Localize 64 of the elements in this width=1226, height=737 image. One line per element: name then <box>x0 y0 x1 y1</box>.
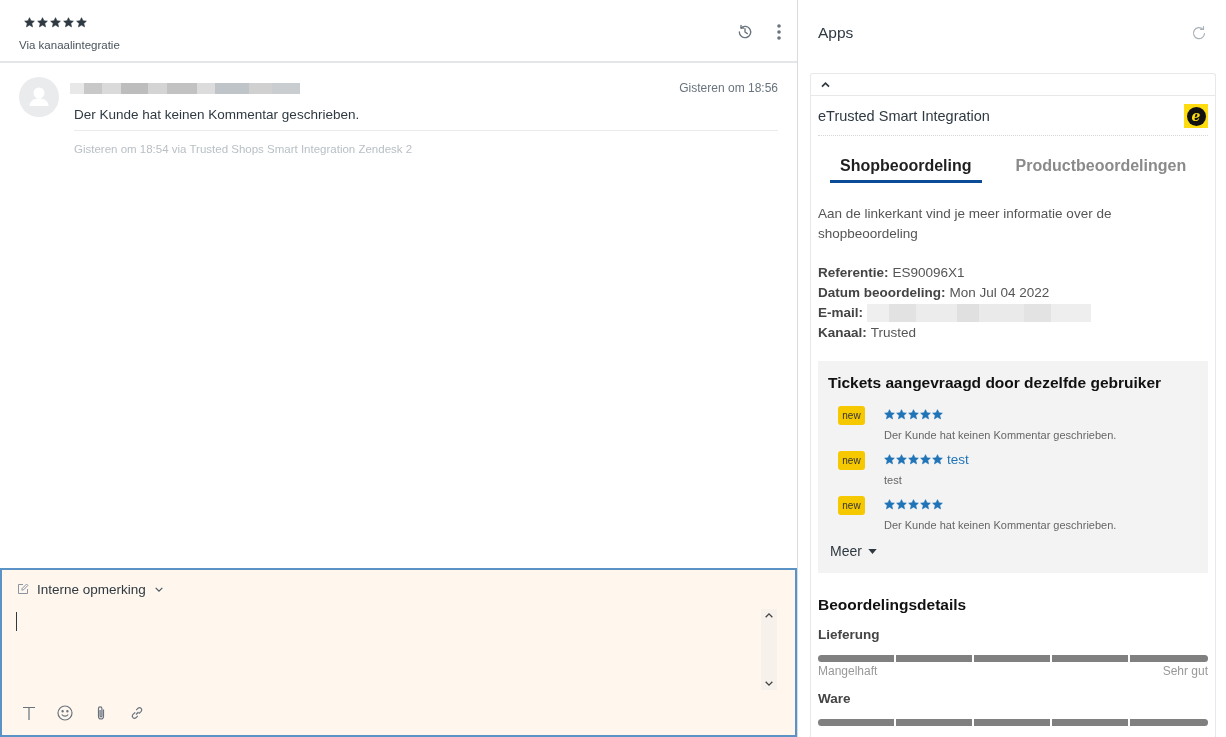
star-icon[interactable] <box>920 498 931 510</box>
status-badge: new <box>838 496 865 515</box>
detail-value: Mon Jul 04 2022 <box>949 284 1050 302</box>
detail-label: Referentie: <box>818 264 889 282</box>
history-icon[interactable] <box>737 24 753 40</box>
detail-label: E-mail: <box>818 304 863 322</box>
app-logo: e <box>1184 104 1208 128</box>
detail-value: ES90096X1 <box>892 264 965 282</box>
ticket-link[interactable]: test <box>947 451 969 467</box>
criterion-label: Ware <box>818 690 852 708</box>
star-icon <box>50 16 61 28</box>
chevron-up-icon[interactable] <box>820 81 831 88</box>
star-icon <box>76 16 87 28</box>
apps-title: Apps <box>818 23 854 42</box>
ticket-comment: test <box>884 473 903 488</box>
link-icon[interactable] <box>129 705 145 721</box>
app-name: eTrusted Smart Integration <box>818 108 990 124</box>
caret-down-icon <box>867 548 877 554</box>
scroll-up-icon[interactable] <box>764 612 774 619</box>
panel-title: Tickets aangevraagd door dezelfde gebruiker <box>828 373 1163 393</box>
scale-max-label: Sehr gut <box>1162 664 1208 678</box>
star-icon <box>24 16 35 28</box>
more-options-icon[interactable] <box>777 24 781 40</box>
star-icon <box>37 16 48 28</box>
star-icon[interactable] <box>908 408 919 420</box>
ticket-comment: Der Kunde hat keinen Kommentar geschrieben. <box>884 518 1117 533</box>
more-button[interactable]: Meer <box>830 541 877 561</box>
star-icon[interactable] <box>908 453 919 465</box>
star-icon[interactable] <box>896 453 907 465</box>
chevron-down-icon[interactable] <box>153 585 164 593</box>
star-icon[interactable] <box>920 453 931 465</box>
message-meta: Gisteren om 18:54 via Trusted Shops Smart Integration Zendesk 2 <box>74 142 414 157</box>
note-edit-icon <box>17 583 29 595</box>
star-icon[interactable] <box>896 498 907 510</box>
star-icon[interactable] <box>884 408 895 420</box>
star-icon[interactable] <box>896 408 907 420</box>
scrollbar[interactable] <box>761 609 777 690</box>
star-icon[interactable] <box>932 453 943 465</box>
star-icon[interactable] <box>920 408 931 420</box>
channel-label: Via kanaalintegratie <box>19 38 120 53</box>
star-icon[interactable] <box>908 498 919 510</box>
detail-label: Datum beoordeling: <box>818 284 946 302</box>
note-type-dropdown[interactable]: Interne opmerking <box>37 581 146 597</box>
emoji-icon[interactable] <box>57 705 73 721</box>
star-icon <box>63 16 74 28</box>
section-title: Beoordelingsdetails <box>818 595 968 615</box>
text-format-icon[interactable] <box>21 705 37 721</box>
ticket-comment: Der Kunde hat keinen Kommentar geschrieben. <box>884 428 1117 443</box>
detail-value: Trusted <box>870 324 917 342</box>
scroll-down-icon[interactable] <box>764 680 774 687</box>
intro-text: Aan de linkerkant vind je meer informatie over de shopbeoordeling <box>818 205 1113 243</box>
star-icon[interactable] <box>884 498 895 510</box>
status-badge: new <box>838 451 865 470</box>
text-cursor-icon <box>16 612 17 631</box>
criterion-label: Lieferung <box>818 626 881 644</box>
star-icon[interactable] <box>932 408 943 420</box>
star-icon[interactable] <box>884 453 895 465</box>
message-time: Gisteren om 18:56 <box>679 81 778 95</box>
scale-min-label: Mangelhaft <box>818 664 878 678</box>
message-text: Der Kunde hat keinen Kommentar geschrieben. <box>74 105 778 131</box>
star-icon[interactable] <box>932 498 943 510</box>
detail-label: Kanaal: <box>818 324 867 342</box>
tab[interactable]: Shopbeoordeling <box>830 155 982 183</box>
status-badge: new <box>838 406 865 425</box>
